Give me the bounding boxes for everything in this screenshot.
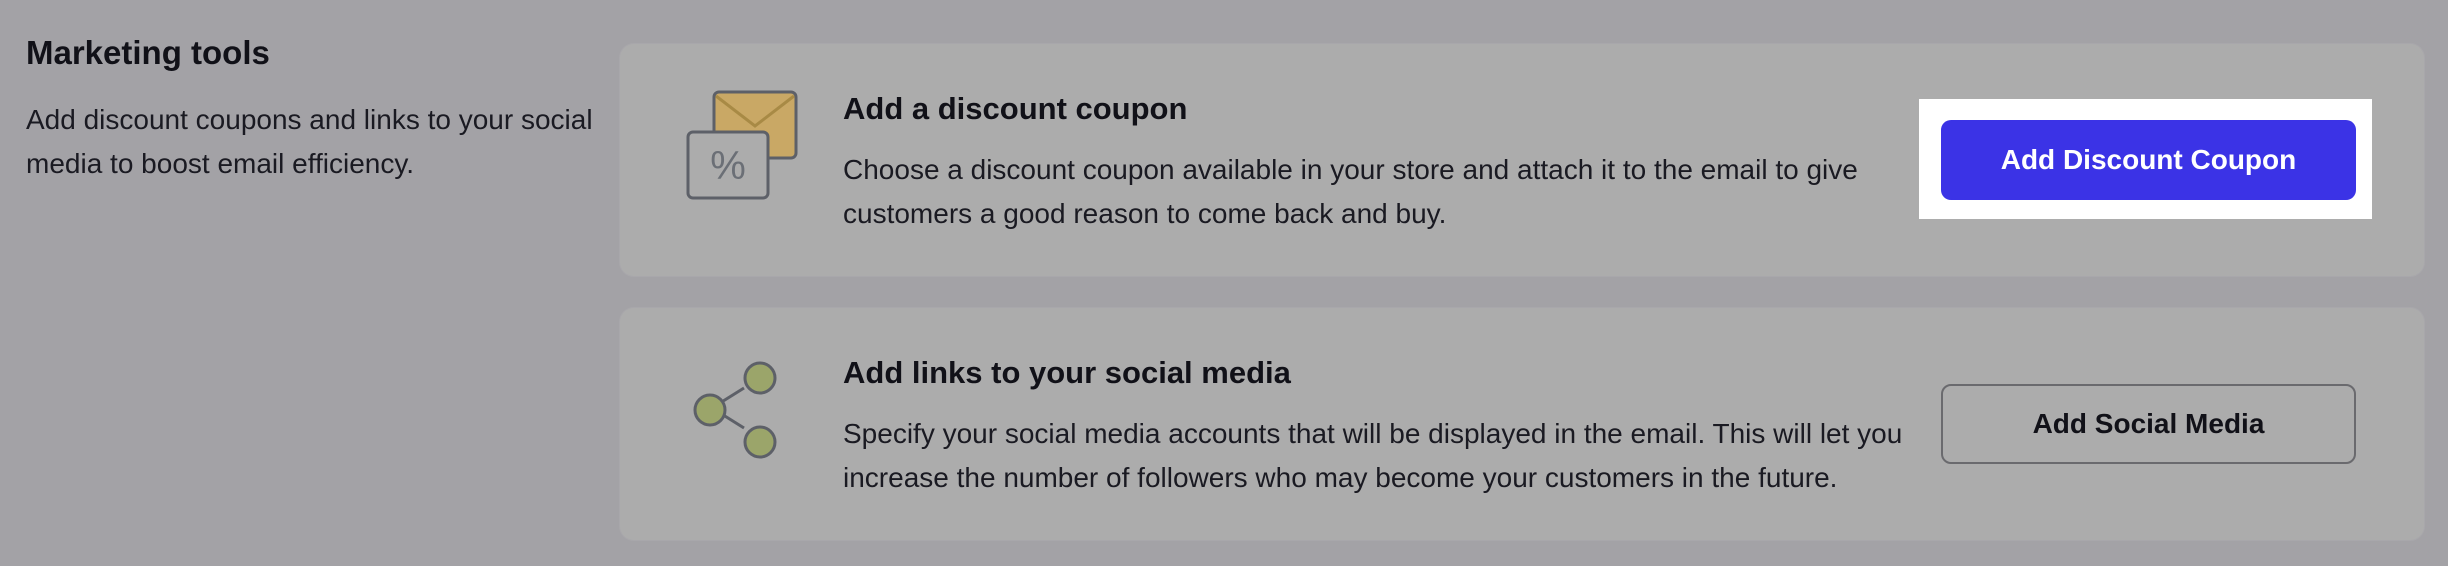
social-description: Specify your social media accounts that … <box>843 418 1903 493</box>
discount-coupon-card: % Add a discount coupon Choose a discoun… <box>620 44 2424 276</box>
social-media-card: Add links to your social media Specify y… <box>620 308 2424 540</box>
coupon-title: Add a discount coupon <box>843 91 1188 126</box>
svg-text:%: % <box>710 144 746 188</box>
section-title: Marketing tools <box>26 34 270 71</box>
envelope-percent-icon: % <box>684 82 814 212</box>
add-discount-coupon-button[interactable]: Add Discount Coupon <box>1941 120 2356 200</box>
share-icon <box>684 346 814 476</box>
social-text: Add links to your social media Specify y… <box>843 352 1903 500</box>
add-social-media-button[interactable]: Add Social Media <box>1941 384 2356 464</box>
social-title: Add links to your social media <box>843 355 1291 390</box>
coupon-text: Add a discount coupon Choose a discount … <box>843 88 1903 236</box>
section-description: Add discount coupons and links to your s… <box>26 104 593 179</box>
marketing-tools-intro: Marketing tools Add discount coupons and… <box>26 30 606 186</box>
coupon-description: Choose a discount coupon available in yo… <box>843 154 1858 229</box>
marketing-tools-page: Marketing tools Add discount coupons and… <box>0 0 2448 566</box>
